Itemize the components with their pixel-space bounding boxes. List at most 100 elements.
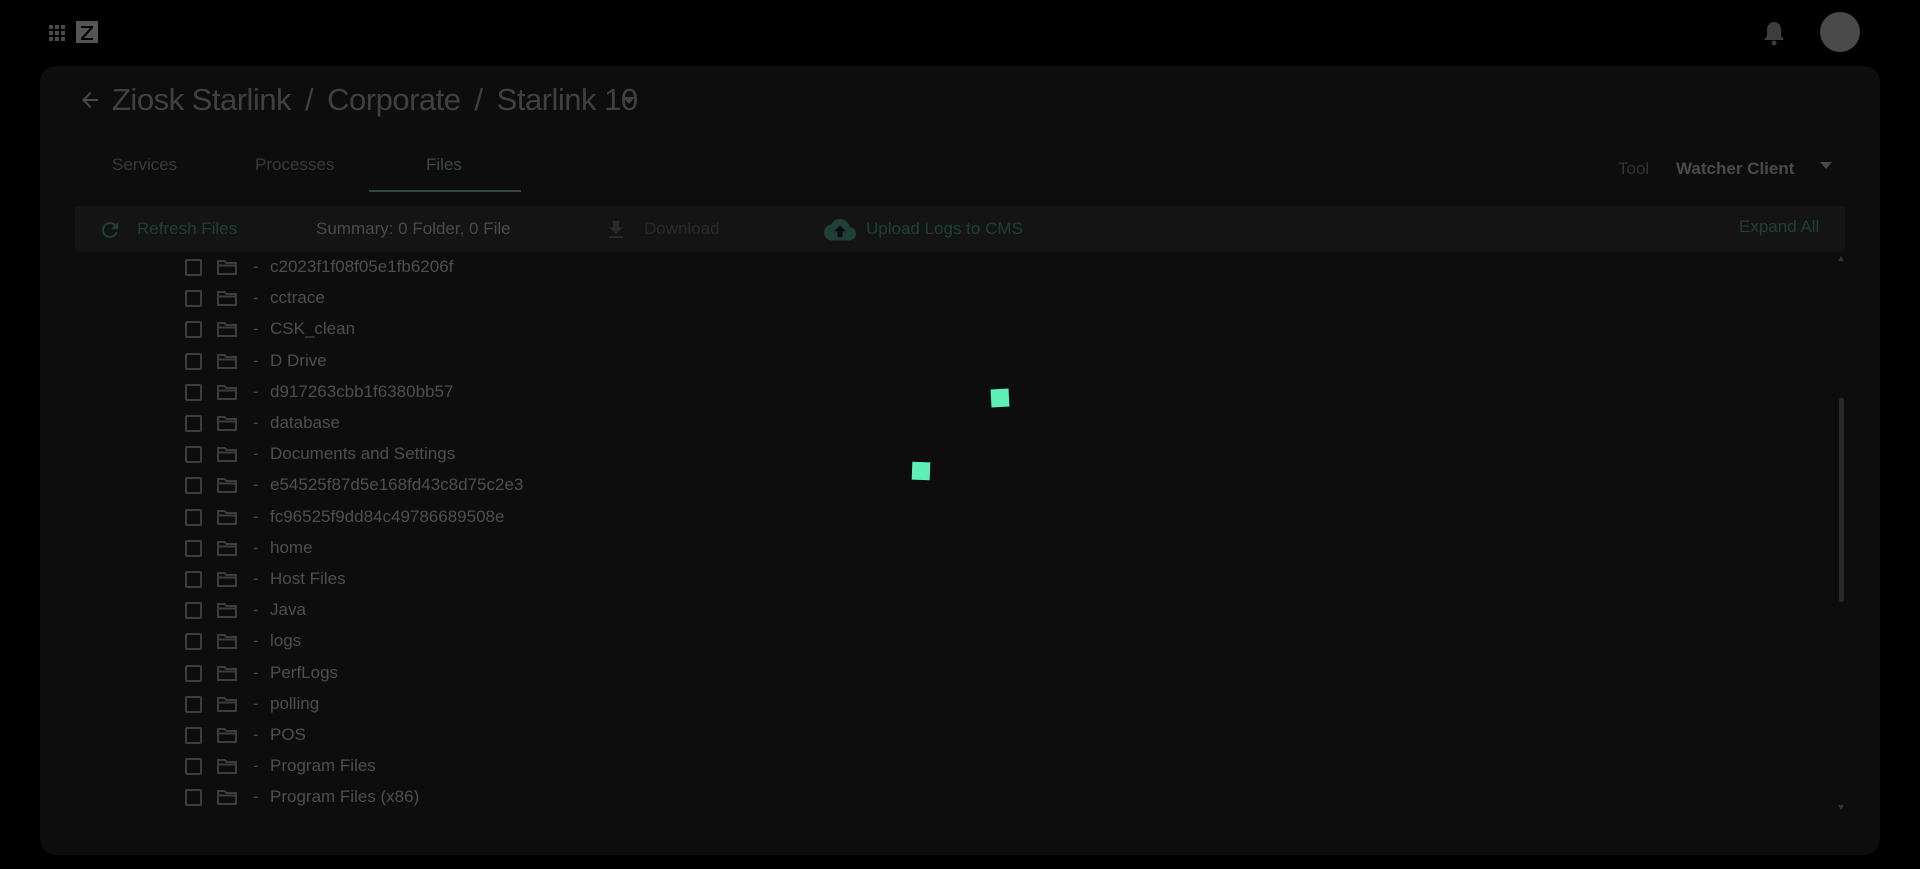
list-item[interactable]: - PerfLogs [75, 660, 975, 691]
file-name[interactable]: database [270, 413, 340, 433]
tree-dash: - [253, 787, 259, 807]
scrollbar-thumb[interactable] [1839, 398, 1844, 602]
file-checkbox[interactable] [185, 290, 202, 308]
list-item[interactable]: - CSK_clean [75, 316, 975, 347]
file-name[interactable]: Program Files (x86) [270, 787, 419, 807]
file-name[interactable]: POS [270, 725, 306, 745]
list-item[interactable]: - c2023f1f08f05e1fb6206f [75, 254, 975, 285]
file-name[interactable]: d917263cbb1f6380bb57 [270, 382, 453, 402]
file-checkbox[interactable] [185, 695, 202, 713]
tree-dash: - [253, 475, 259, 495]
tool-label: Tool [1618, 159, 1650, 178]
tree-dash: - [253, 413, 259, 432]
list-item[interactable]: - Program Files (x86) [75, 784, 975, 812]
list-item[interactable]: - Java [75, 597, 975, 628]
file-checkbox[interactable] [185, 508, 202, 526]
file-checkbox[interactable] [185, 758, 202, 776]
file-name[interactable]: cctrace [270, 288, 325, 308]
folder-icon [216, 476, 238, 494]
file-name[interactable]: logs [270, 631, 301, 651]
file-checkbox[interactable] [185, 352, 202, 370]
bell-icon[interactable] [1762, 20, 1786, 46]
file-name[interactable]: PerfLogs [270, 663, 338, 683]
file-checkbox[interactable] [185, 477, 202, 495]
tree-dash: - [253, 350, 259, 370]
scroll-down-icon[interactable] [1838, 805, 1844, 810]
upload-logs-button[interactable]: Upload Logs to CMS [866, 219, 1023, 239]
tree-dash: - [253, 569, 259, 588]
user-avatar[interactable] [1820, 12, 1860, 52]
file-name[interactable]: polling [270, 694, 319, 714]
folder-icon [216, 320, 238, 338]
breadcrumb-item-device: Starlink 10 [496, 82, 638, 117]
tab-files[interactable]: Files [426, 155, 462, 175]
caret-down-icon[interactable] [1820, 162, 1832, 170]
file-checkbox[interactable] [185, 321, 202, 339]
file-name[interactable]: fc96525f9dd84c49786689508e [270, 507, 504, 527]
scroll-up-icon[interactable] [1838, 256, 1844, 261]
file-name[interactable]: Java [270, 600, 306, 620]
expand-all-button[interactable]: Expand All [1739, 217, 1819, 237]
list-item[interactable]: - POS [75, 722, 975, 753]
list-item[interactable]: - cctrace [75, 285, 975, 316]
cloud-upload-icon[interactable] [824, 217, 856, 243]
file-checkbox[interactable] [185, 539, 202, 557]
folder-icon [216, 508, 238, 526]
file-checkbox[interactable] [185, 602, 202, 620]
breadcrumb-separator: / [474, 82, 484, 117]
file-name[interactable]: home [270, 538, 313, 558]
tool-select[interactable]: Watcher Client [1676, 159, 1794, 179]
files-summary: Summary: 0 Folder, 0 File [316, 219, 511, 238]
file-name[interactable]: D Drive [270, 351, 327, 371]
apps-grid-icon[interactable] [48, 24, 66, 42]
folder-icon [216, 632, 238, 650]
file-checkbox[interactable] [185, 633, 202, 651]
download-button[interactable]: Download [644, 219, 720, 239]
file-name[interactable]: Program Files [270, 756, 376, 776]
file-checkbox[interactable] [185, 789, 202, 807]
folder-icon [216, 757, 238, 775]
list-item[interactable]: - database [75, 410, 975, 441]
list-item[interactable]: - polling [75, 691, 975, 722]
file-checkbox[interactable] [185, 259, 202, 276]
folder-icon [216, 570, 238, 588]
list-item[interactable]: - Host Files [75, 566, 975, 597]
list-item[interactable]: - Documents and Settings [75, 441, 975, 472]
folder-icon [216, 695, 238, 713]
list-item[interactable]: - fc96525f9dd84c49786689508e [75, 504, 975, 535]
list-item[interactable]: - e54525f87d5e168fd43c8d75c2e3 [75, 472, 975, 503]
tree-dash: - [253, 288, 259, 308]
file-checkbox[interactable] [185, 664, 202, 682]
tree-dash: - [253, 257, 259, 276]
caret-down-icon[interactable] [622, 96, 636, 106]
folder-icon [216, 788, 238, 806]
refresh-files-button[interactable]: Refresh Files [137, 219, 237, 239]
breadcrumb-item-org[interactable]: Ziosk Starlink [112, 82, 292, 118]
file-checkbox[interactable] [185, 415, 202, 432]
tab-processes[interactable]: Processes [255, 155, 334, 175]
breadcrumb-item-group[interactable]: Corporate [327, 82, 461, 118]
list-item[interactable]: - logs [75, 628, 975, 659]
tree-dash: - [253, 631, 259, 651]
file-name[interactable]: Host Files [270, 569, 346, 589]
tab-services[interactable]: Services [112, 155, 177, 175]
z-logo-icon[interactable] [76, 21, 98, 43]
folder-icon [216, 258, 238, 276]
refresh-icon[interactable] [98, 218, 122, 242]
folder-icon [216, 289, 238, 307]
file-checkbox[interactable] [185, 446, 202, 464]
list-item[interactable]: -D Drive [75, 348, 975, 379]
list-item[interactable]: - d917263cbb1f6380bb57 [75, 379, 975, 410]
file-name[interactable]: CSK_clean [270, 319, 355, 339]
folder-icon [216, 664, 238, 682]
file-checkbox[interactable] [185, 383, 202, 401]
file-name[interactable]: c2023f1f08f05e1fb6206f [270, 257, 453, 277]
list-item[interactable]: - home [75, 535, 975, 566]
file-name[interactable]: e54525f87d5e168fd43c8d75c2e3 [270, 475, 523, 495]
arrow-left-icon[interactable] [78, 88, 102, 112]
file-checkbox[interactable] [185, 727, 202, 744]
loading-spinner-dot [911, 461, 931, 481]
file-checkbox[interactable] [185, 571, 202, 588]
list-item[interactable]: - Program Files [75, 753, 975, 784]
file-name[interactable]: Documents and Settings [270, 444, 455, 464]
